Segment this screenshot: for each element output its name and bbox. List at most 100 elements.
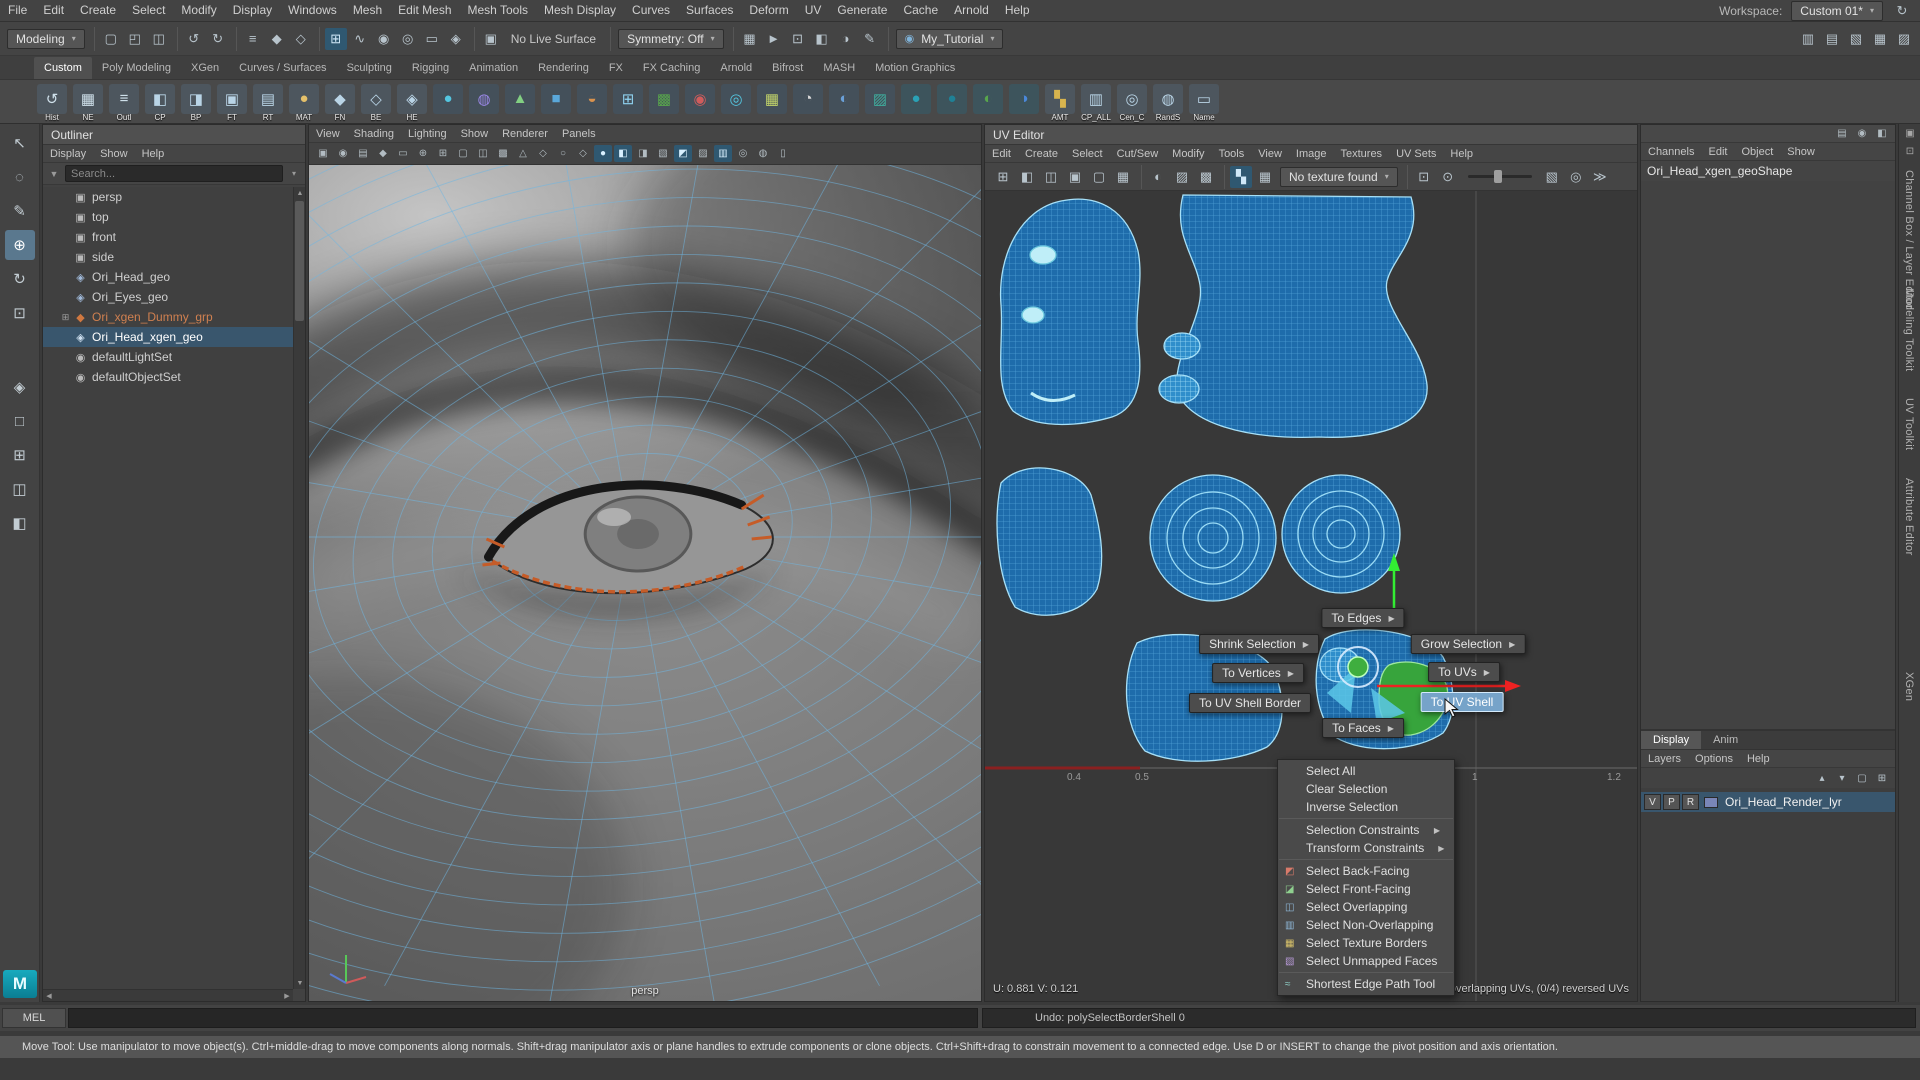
side-tab-attribute-editor[interactable]: Attribute Editor: [1903, 478, 1915, 556]
uv-shell-ear-right[interactable]: [1282, 475, 1400, 593]
layer-menu-help[interactable]: Help: [1740, 750, 1777, 768]
redo-icon[interactable]: ↻: [207, 28, 229, 50]
context-item-transform-constraints[interactable]: Transform Constraints▶: [1278, 839, 1454, 857]
x-ray-icon[interactable]: ▯: [774, 145, 792, 162]
menu-mesh[interactable]: Mesh: [345, 0, 390, 21]
bookmark-icon[interactable]: ◆: [374, 145, 392, 162]
single-pane-layout[interactable]: □: [5, 406, 35, 436]
viewport-menu-panels[interactable]: Panels: [555, 125, 603, 143]
outliner-item-top[interactable]: ▣top: [43, 207, 293, 227]
scroll-left-icon[interactable]: ◀: [43, 990, 55, 1002]
shelf-button-16[interactable]: ⊞: [611, 82, 645, 122]
new-layer-from-selected-icon[interactable]: ⊞: [1873, 770, 1891, 786]
menu-deform[interactable]: Deform: [741, 0, 796, 21]
outliner-item-persp[interactable]: ▣persp: [43, 187, 293, 207]
two-pane-layout[interactable]: ◫: [5, 474, 35, 504]
menu-generate[interactable]: Generate: [829, 0, 895, 21]
channel-menu-channels[interactable]: Channels: [1641, 143, 1701, 161]
shelf-button-mat[interactable]: ●MAT: [287, 82, 321, 122]
context-item-select-unmapped-faces[interactable]: ▧Select Unmapped Faces: [1278, 952, 1454, 970]
select-by-hierarchy-icon[interactable]: ≡: [242, 28, 264, 50]
side-tab-modeling-toolkit[interactable]: Modeling Toolkit: [1903, 288, 1915, 371]
select-tool[interactable]: ↖: [5, 128, 35, 158]
uv-menu-modify[interactable]: Modify: [1165, 145, 1211, 163]
layer-display-type-toggle[interactable]: R: [1682, 794, 1699, 810]
depth-of-field-icon[interactable]: ◎: [734, 145, 752, 162]
channel-speed-icon[interactable]: ◉: [1853, 126, 1871, 141]
viewport-menu-lighting[interactable]: Lighting: [401, 125, 454, 143]
side-tab-uv-toolkit[interactable]: UV Toolkit: [1903, 398, 1915, 450]
shelf-button-name[interactable]: ▭Name: [1187, 82, 1221, 122]
four-pane-layout[interactable]: ⊞: [5, 440, 35, 470]
shelf-button-19[interactable]: ◎: [719, 82, 753, 122]
context-item-inverse-selection[interactable]: Inverse Selection: [1278, 798, 1454, 816]
context-item-select-overlapping[interactable]: ◫Select Overlapping: [1278, 898, 1454, 916]
uv-menu-cut-sew[interactable]: Cut/Sew: [1110, 145, 1166, 163]
snap-to-point-icon[interactable]: ◉: [373, 28, 395, 50]
checker-map-icon[interactable]: ▚: [1230, 166, 1252, 188]
shelf-button-bp[interactable]: ◨BP: [179, 82, 213, 122]
context-item-shortest-edge-path-tool[interactable]: ≈Shortest Edge Path Tool: [1278, 975, 1454, 993]
outliner-item-ori-xgen-dummy-grp[interactable]: ⊞◆Ori_xgen_Dummy_grp: [43, 307, 293, 327]
viewport-3d-view[interactable]: persp: [309, 165, 981, 1001]
snap-to-curve-icon[interactable]: ∿: [349, 28, 371, 50]
layer-menu-layers[interactable]: Layers: [1641, 750, 1688, 768]
side-tab-xgen[interactable]: XGen: [1903, 672, 1915, 701]
safe-action-icon[interactable]: ◇: [534, 145, 552, 162]
shelf-button-fn[interactable]: ◆FN: [323, 82, 357, 122]
uv-grid-icon[interactable]: ▦: [1254, 166, 1276, 188]
shelf-button-cp[interactable]: ◧CP: [143, 82, 177, 122]
shelf-button-cen-c[interactable]: ◎Cen_C: [1115, 82, 1149, 122]
marking-item-to-faces[interactable]: To Faces▶: [1322, 718, 1404, 738]
uv-lattice-icon[interactable]: ⊞: [992, 166, 1014, 188]
channel-menu-show[interactable]: Show: [1780, 143, 1822, 161]
toggle-modeling-toolkit-icon[interactable]: ▦: [1869, 28, 1891, 50]
channel-manipulator-icon[interactable]: ◧: [1873, 126, 1891, 141]
make-live-icon[interactable]: ◈: [445, 28, 467, 50]
shelf-tab-rigging[interactable]: Rigging: [402, 57, 459, 79]
uv-shell-head-back[interactable]: [1177, 195, 1428, 437]
outliner-item-front[interactable]: ▣front: [43, 227, 293, 247]
paint-select-tool[interactable]: ✎: [5, 196, 35, 226]
display-image-icon[interactable]: ▨: [1171, 166, 1193, 188]
shelf-tab-xgen[interactable]: XGen: [181, 57, 229, 79]
shelf-tab-mash[interactable]: MASH: [813, 57, 865, 79]
shelf-tab-rendering[interactable]: Rendering: [528, 57, 599, 79]
shelf-button-26[interactable]: ◐: [971, 82, 1005, 122]
select-by-component-icon[interactable]: ◇: [290, 28, 312, 50]
uv-menu-uv-sets[interactable]: UV Sets: [1389, 145, 1443, 163]
workspace-dropdown[interactable]: Custom 01* ▾: [1791, 1, 1883, 21]
slider-thumb[interactable]: [1494, 170, 1502, 183]
shelf-button-27[interactable]: ◑: [1007, 82, 1041, 122]
toggle-tool-settings-icon[interactable]: ▤: [1821, 28, 1843, 50]
menu-cache[interactable]: Cache: [895, 0, 946, 21]
shelf-tab-curves-surfaces[interactable]: Curves / Surfaces: [229, 57, 336, 79]
shelf-tab-fx-caching[interactable]: FX Caching: [633, 57, 710, 79]
pin-uv-icon[interactable]: ▣: [1064, 166, 1086, 188]
frame-selected-icon[interactable]: ⊙: [1437, 166, 1459, 188]
menu-modify[interactable]: Modify: [173, 0, 224, 21]
outliner-item-ori-head-xgen-geo[interactable]: ◈Ori_Head_xgen_geo: [43, 327, 293, 347]
shelf-tab-poly-modeling[interactable]: Poly Modeling: [92, 57, 181, 79]
shelf-tab-motion-graphics[interactable]: Motion Graphics: [865, 57, 965, 79]
lasso-select-tool[interactable]: ◌: [5, 162, 35, 192]
rotate-tool[interactable]: ↻: [5, 264, 35, 294]
manipulator-center-handle[interactable]: [1348, 657, 1368, 677]
open-scene-icon[interactable]: ◰: [124, 28, 146, 50]
tool-mode-select[interactable]: Modeling▾: [7, 29, 85, 49]
dim-image-icon[interactable]: ◐: [1147, 166, 1169, 188]
context-item-selection-constraints[interactable]: Selection Constraints▶: [1278, 821, 1454, 839]
menu-display[interactable]: Display: [225, 0, 280, 21]
image-plane-icon[interactable]: ▭: [394, 145, 412, 162]
shelf-tab-animation[interactable]: Animation: [459, 57, 528, 79]
tab-anim[interactable]: Anim: [1701, 731, 1750, 749]
render-frame-icon[interactable]: ▦: [739, 28, 761, 50]
menu-edit-mesh[interactable]: Edit Mesh: [390, 0, 459, 21]
light-editor-icon[interactable]: ◑: [835, 28, 857, 50]
channel-menu-object[interactable]: Object: [1734, 143, 1780, 161]
marking-item-shrink-selection[interactable]: Shrink Selection▶: [1199, 634, 1319, 654]
channel-sliders-icon[interactable]: ▤: [1833, 126, 1851, 141]
symmetry-select[interactable]: Symmetry: Off▾: [618, 29, 723, 49]
field-chart-icon[interactable]: △: [514, 145, 532, 162]
safe-title-icon[interactable]: ○: [554, 145, 572, 162]
